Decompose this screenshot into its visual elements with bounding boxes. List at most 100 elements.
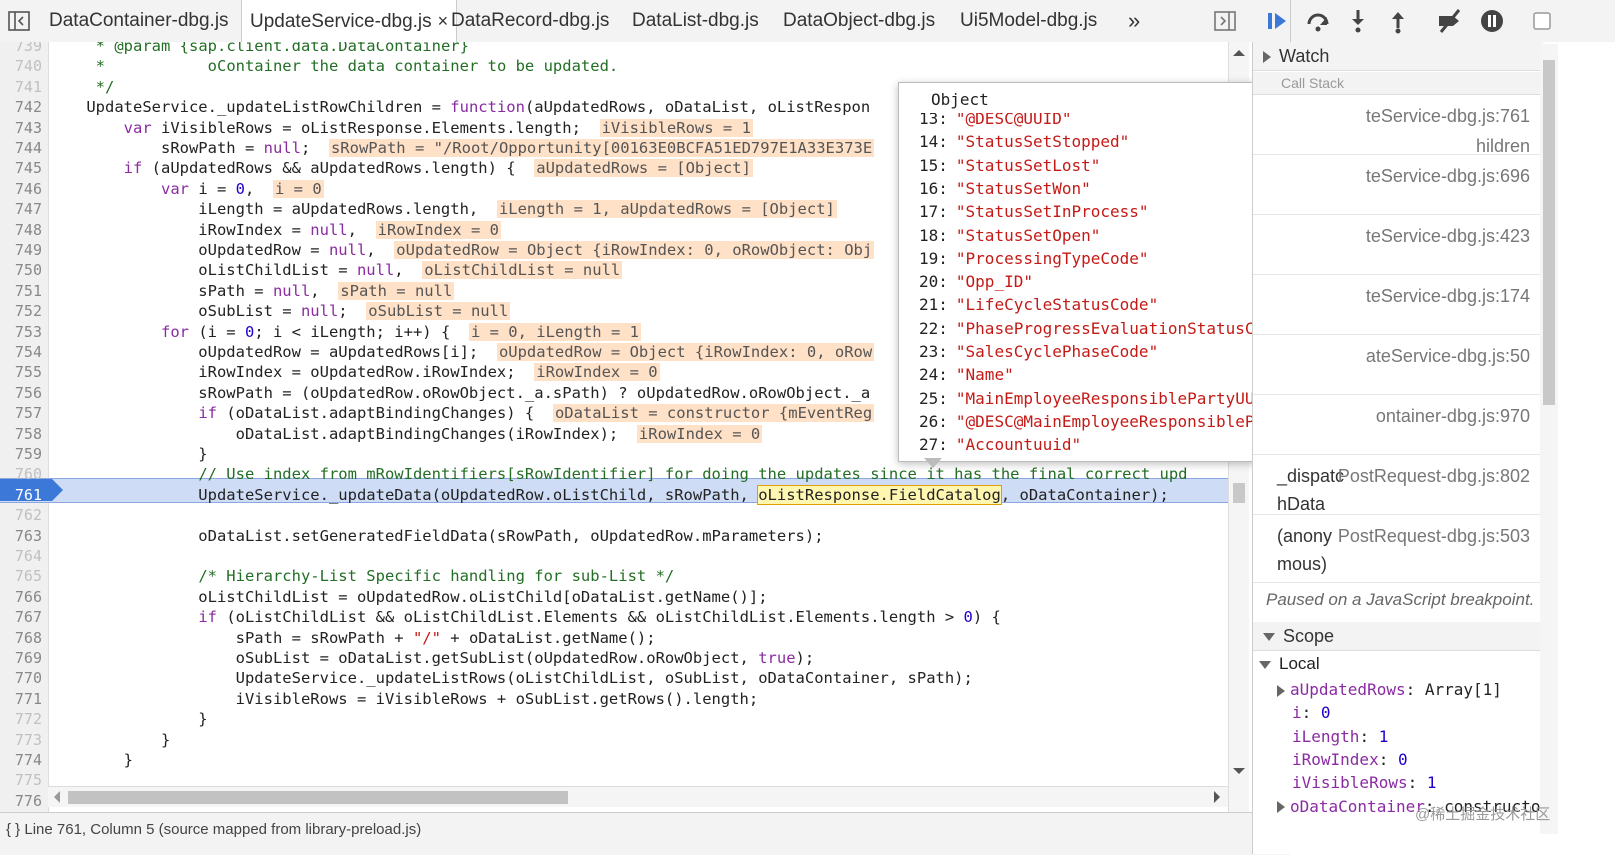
scope-variable[interactable]: i: 0 — [1292, 703, 1331, 722]
call-frame-location[interactable]: ontainer-dbg.js:970 — [1376, 406, 1530, 427]
popover-item[interactable]: 20: "Opp_ID" — [919, 270, 1033, 293]
line-number[interactable]: 756 — [0, 384, 42, 402]
expand-arrow-icon[interactable] — [1277, 684, 1285, 697]
scope-variable[interactable]: iVisibleRows: 1 — [1292, 773, 1437, 792]
step-into-icon[interactable] — [1345, 8, 1371, 34]
line-number[interactable]: 751 — [0, 282, 42, 300]
line-number[interactable]: 773 — [0, 731, 42, 749]
sidebar-scroll-thumb[interactable] — [1543, 60, 1555, 405]
line-number[interactable]: 759 — [0, 445, 42, 463]
line-number[interactable]: 763 — [0, 527, 42, 545]
line-number[interactable]: 740 — [0, 57, 42, 75]
scroll-down-icon[interactable] — [1229, 764, 1249, 778]
scope-variable[interactable]: iRowIndex: 0 — [1292, 750, 1408, 769]
line-number[interactable]: 776 — [0, 792, 42, 810]
line-number[interactable]: 744 — [0, 139, 42, 157]
scope-variable[interactable]: iLength: 1 — [1292, 727, 1388, 746]
tab-datarecord[interactable]: DataRecord-dbg.js — [451, 0, 609, 42]
popover-item[interactable]: 18: "StatusSetOpen" — [919, 224, 1100, 247]
line-number[interactable]: 748 — [0, 221, 42, 239]
popover-item[interactable]: 22: "PhaseProgressEvaluationStatusCode" — [919, 317, 1293, 340]
line-number[interactable]: 775 — [0, 771, 42, 789]
call-frame-location[interactable]: PostRequest-dbg.js:503 — [1338, 526, 1530, 547]
call-frame-name[interactable]: hData — [1277, 494, 1325, 515]
line-number[interactable]: 747 — [0, 200, 42, 218]
editor-horizontal-scrollbar[interactable] — [48, 786, 1228, 807]
line-number[interactable]: 750 — [0, 261, 42, 279]
popover-item[interactable]: 14: "StatusSetStopped" — [919, 130, 1129, 153]
call-stack-section-header[interactable]: Call Stack — [1253, 72, 1543, 95]
popover-item[interactable]: 23: "SalesCyclePhaseCode" — [919, 340, 1158, 363]
close-tab-icon[interactable]: × — [438, 11, 449, 31]
tab-datacontainer[interactable]: DataContainer-dbg.js — [49, 0, 229, 42]
line-number[interactable]: 764 — [0, 547, 42, 565]
scope-variable[interactable]: aUpdatedRows: Array[1] — [1277, 680, 1502, 699]
scroll-up-icon[interactable] — [1229, 46, 1249, 60]
popover-item[interactable]: 15: "StatusSetLost" — [919, 154, 1100, 177]
call-frame-location[interactable]: PostRequest-dbg.js:802 — [1338, 466, 1530, 487]
popover-item[interactable]: 27: "Accountuuid" — [919, 433, 1081, 453]
line-number[interactable]: 739 — [0, 42, 42, 55]
call-frame-location[interactable]: ateService-dbg.js:50 — [1366, 346, 1530, 367]
line-number[interactable]: 742 — [0, 98, 42, 116]
line-number[interactable]: 772 — [0, 710, 42, 728]
more-tabs-button[interactable]: » — [1128, 0, 1140, 42]
popover-item[interactable]: 25: "MainEmployeeResponsiblePartyUUID" — [919, 387, 1283, 410]
popover-item[interactable]: 17: "StatusSetInProcess" — [919, 200, 1149, 223]
sidebar-scrollbar[interactable] — [1540, 44, 1558, 834]
tab-ui5model[interactable]: Ui5Model-dbg.js — [960, 0, 1097, 42]
call-frame-name[interactable]: _dispatc — [1277, 466, 1344, 487]
line-number[interactable]: 768 — [0, 629, 42, 647]
line-number[interactable]: 746 — [0, 180, 42, 198]
line-number[interactable]: 745 — [0, 159, 42, 177]
popover-item[interactable]: 13: "@DESC@UUID" — [919, 113, 1072, 130]
step-out-icon[interactable] — [1385, 8, 1411, 34]
line-number[interactable]: 761 — [0, 486, 42, 504]
call-frame-location[interactable]: teService-dbg.js:761 — [1366, 106, 1530, 127]
step-over-icon[interactable] — [1305, 8, 1331, 34]
line-number[interactable]: 755 — [0, 363, 42, 381]
editor-vscroll-thumb[interactable] — [1233, 483, 1245, 503]
line-number[interactable]: 767 — [0, 608, 42, 626]
line-number[interactable]: 765 — [0, 567, 42, 585]
line-number[interactable]: 754 — [0, 343, 42, 361]
line-number[interactable]: 769 — [0, 649, 42, 667]
call-frame-name[interactable]: (anony — [1277, 526, 1332, 547]
toggle-navigator-icon[interactable] — [6, 0, 30, 42]
line-number[interactable]: 766 — [0, 588, 42, 606]
toggle-debugger-icon[interactable] — [1214, 0, 1238, 42]
line-number[interactable]: 774 — [0, 751, 42, 769]
call-frame-name[interactable]: mous) — [1277, 554, 1327, 575]
local-scope-header[interactable]: Local — [1253, 654, 1320, 674]
line-number[interactable]: 741 — [0, 78, 42, 96]
line-number[interactable]: 757 — [0, 404, 42, 422]
line-number[interactable]: 749 — [0, 241, 42, 259]
line-number[interactable]: 758 — [0, 425, 42, 443]
tab-datalist[interactable]: DataList-dbg.js — [632, 0, 759, 42]
editor-hscroll-thumb[interactable] — [68, 791, 568, 804]
tab-dataobject[interactable]: DataObject-dbg.js — [783, 0, 935, 42]
line-number[interactable]: 753 — [0, 323, 42, 341]
scroll-left-icon[interactable] — [50, 787, 64, 807]
call-frame-location[interactable]: teService-dbg.js:174 — [1366, 286, 1530, 307]
call-frame-location[interactable]: teService-dbg.js:696 — [1366, 166, 1530, 187]
call-frame-location[interactable]: teService-dbg.js:423 — [1366, 226, 1530, 247]
async-checkbox-icon[interactable] — [1529, 8, 1555, 34]
popover-item[interactable]: 21: "LifeCycleStatusCode" — [919, 293, 1158, 316]
scope-section-header[interactable]: Scope — [1253, 622, 1543, 651]
line-number[interactable]: 770 — [0, 669, 42, 687]
line-number[interactable]: 760 — [0, 465, 42, 483]
deactivate-breakpoints-icon[interactable] — [1437, 8, 1463, 34]
line-number[interactable]: 752 — [0, 302, 42, 320]
scroll-right-icon[interactable] — [1210, 787, 1224, 807]
line-number[interactable]: 743 — [0, 119, 42, 137]
popover-item[interactable]: 24: "Name" — [919, 363, 1014, 386]
expand-arrow-icon[interactable] — [1277, 801, 1285, 813]
pause-on-exceptions-icon[interactable] — [1479, 8, 1505, 34]
resume-icon[interactable] — [1265, 8, 1291, 34]
watch-section-header[interactable]: Watch — [1253, 42, 1543, 71]
popover-item[interactable]: 19: "ProcessingTypeCode" — [919, 247, 1149, 270]
line-number[interactable]: 762 — [0, 506, 42, 524]
line-number[interactable]: 771 — [0, 690, 42, 708]
popover-item[interactable]: 16: "StatusSetWon" — [919, 177, 1091, 200]
